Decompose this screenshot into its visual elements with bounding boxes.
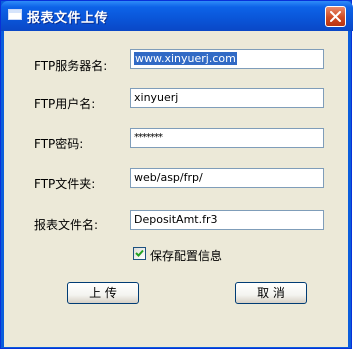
filename-input[interactable]: DepositAmt.fr3: [130, 210, 324, 230]
checkmark-icon: [135, 249, 144, 257]
password-input[interactable]: *******: [130, 128, 324, 148]
server-input[interactable]: www.xinyuerj.com: [130, 49, 324, 69]
title-bar[interactable]: 报表文件上传: [1, 1, 353, 31]
password-label: FTP密码:: [34, 137, 84, 151]
folder-input[interactable]: web/asp/frp/: [130, 168, 324, 188]
close-icon: [330, 11, 341, 22]
dialog-body: FTP服务器名: www.xinyuerj.com FTP用户名: xinyue…: [4, 31, 348, 347]
upload-button[interactable]: 上 传: [67, 282, 139, 304]
dialog-window: 报表文件上传 FTP服务器名: www.xinyuerj.com FTP用户名:…: [0, 0, 353, 349]
window-title: 报表文件上传: [27, 11, 109, 26]
close-button[interactable]: [325, 6, 346, 27]
filename-label: 报表文件名:: [34, 218, 99, 232]
save-config-label[interactable]: 保存配置信息: [150, 247, 222, 264]
window-icon: [8, 9, 22, 20]
user-label: FTP用户名:: [34, 97, 96, 111]
folder-label: FTP文件夹:: [34, 177, 96, 191]
server-label: FTP服务器名:: [34, 59, 108, 73]
save-config-checkbox[interactable]: [133, 247, 146, 260]
server-value: www.xinyuerj.com: [134, 52, 237, 65]
user-input[interactable]: xinyuerj: [130, 88, 324, 108]
cancel-button[interactable]: 取 消: [235, 282, 307, 304]
